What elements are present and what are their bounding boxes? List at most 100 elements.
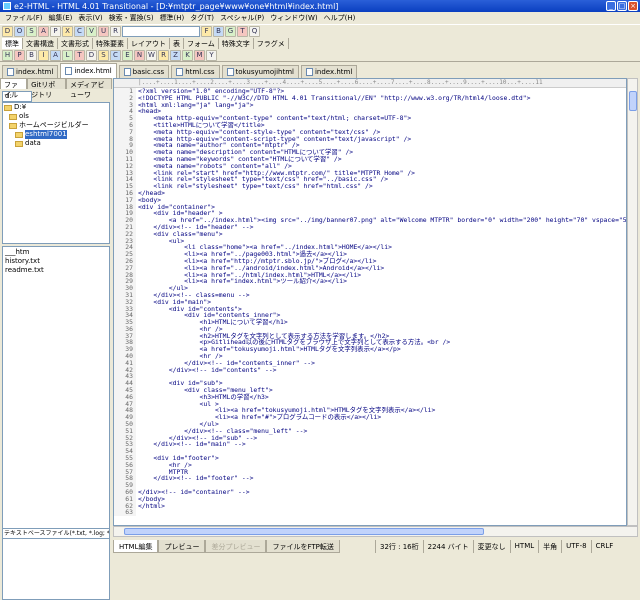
folder-tree[interactable]: D:¥ ols ホームページビルダー eshtml7001 data [2,102,110,244]
code-line[interactable]: 15 <link rel="stylesheet" type="text/css… [114,183,626,190]
view-tab[interactable]: HTML編集 [113,540,159,553]
left-tab[interactable]: ファイル [0,78,28,99]
tab-2[interactable]: 文書形式 [58,38,93,49]
file-tab[interactable]: index.html [2,65,59,78]
code-line[interactable]: 3 <html xml:lang="ja" lang="ja"> [114,101,626,109]
tag-button[interactable]: E [122,49,133,61]
tag-tabs: 標準 文書構造 文書形式 特殊要素 レイアウト表フォーム 特殊文字 フラグメ [0,38,640,49]
tab-1[interactable]: 文書構造 [23,38,58,49]
code-line[interactable]: 60 </div><!-- id="container" --> [114,489,626,496]
tree-node[interactable]: data [3,139,109,148]
tab-3[interactable]: 特殊要素 [93,38,128,49]
tab-6[interactable]: フォーム [184,38,219,49]
menu-item[interactable]: タグ(T) [187,13,217,23]
file-tab[interactable]: html.css [171,65,220,78]
menu-item[interactable]: ウィンドウ(W) [267,13,320,23]
tag-button[interactable]: T [74,49,85,61]
minimize-button[interactable]: _ [606,1,616,11]
file-item[interactable]: readme.txt [5,266,107,275]
code-line[interactable]: 16 </head> [114,190,626,197]
code-line[interactable]: 61 </body> [114,496,626,503]
toolbar-button[interactable]: V [86,26,97,37]
toolbar-button[interactable]: T [237,26,248,37]
view-tab[interactable]: 差分プレビュー [205,540,267,553]
toolbar-button[interactable]: B [213,26,224,37]
tag-button[interactable]: H [2,49,13,61]
tree-node[interactable]: ols [3,112,109,121]
view-tab[interactable]: プレビュー [158,540,206,553]
tab-0[interactable]: 標準 [2,38,23,49]
menu-item[interactable]: 表示(V) [75,13,105,23]
code-line[interactable]: 22 <div class="menu"> [114,230,626,238]
left-tab[interactable]: Gitリポジトリ [27,78,67,99]
left-tab[interactable]: メディアビューワ [66,78,113,99]
tag-button[interactable]: B [26,49,37,61]
tag-button[interactable]: D [86,49,97,61]
horizontal-scrollbar[interactable] [113,526,638,537]
file-filter-select[interactable]: テキストベースファイル(*.txt, *.log; *.ini) [2,528,110,539]
toolbar-button[interactable]: F [201,26,212,37]
code-line[interactable]: 58 </div><!-- id="footer" --> [114,475,626,483]
menu-item[interactable]: ファイル(F) [2,13,46,23]
code-line[interactable]: 63 [114,509,626,517]
menu-item[interactable]: ヘルプ(H) [321,13,359,23]
toolbar-button[interactable]: C [74,26,85,37]
tag-button[interactable]: R [158,49,169,61]
tag-button[interactable]: A [50,49,61,61]
tag-button[interactable]: K [182,49,193,61]
toolbar-button[interactable]: S [26,26,37,37]
code-line[interactable]: 56 <hr /> [114,462,626,469]
tab-5[interactable]: 表 [170,38,184,49]
toolbar-button[interactable]: A [38,26,49,37]
tab-4[interactable]: レイアウト [128,38,170,49]
code-editor[interactable]: |....+....1....+....2....+....3....+....… [113,78,627,526]
scroll-thumb[interactable] [124,528,484,535]
tag-button[interactable]: I [38,49,49,61]
tag-button[interactable]: W [146,49,157,61]
tag-button[interactable]: S [98,49,109,61]
view-tab[interactable]: ファイルをFTP転送 [266,540,340,553]
file-tab[interactable]: tokusyumojihtml [221,65,299,78]
close-button[interactable]: × [628,1,638,11]
file-item[interactable]: ___htm [5,248,107,257]
toolbar-button[interactable]: P [50,26,61,37]
toolbar-button[interactable]: R [110,26,121,37]
tag-button[interactable]: Y [206,49,217,61]
tag-button[interactable]: M [194,49,205,61]
status-field: 変更なし [472,540,510,553]
tree-node[interactable]: D:¥ [3,103,109,112]
file-list[interactable]: ___htm history.txt readme.txt [2,246,110,600]
tab-8[interactable]: フラグメ [254,38,289,49]
search-input[interactable] [122,26,200,37]
tag-button[interactable]: C [110,49,121,61]
tree-node[interactable]: eshtml7001 [3,130,109,139]
menu-item[interactable]: 編集(E) [46,13,76,23]
toolbar-button[interactable]: D [2,26,13,37]
toolbar-button[interactable]: U [98,26,109,37]
toolbar-button[interactable]: O [14,26,25,37]
menu-item[interactable]: スペシャル(P) [217,13,267,23]
code-line[interactable]: 42 </div><!-- id="contents" --> [114,366,626,374]
tag-button[interactable]: P [14,49,25,61]
menu-item[interactable]: 検索・置換(S) [106,13,157,23]
file-tab[interactable]: index.html [300,65,358,78]
code-line[interactable]: 29 <li><a href="index.html">ツール紹介</a></l… [114,278,626,286]
file-item[interactable]: history.txt [5,257,107,266]
tag-button[interactable]: L [62,49,73,61]
toolbar-button[interactable]: G [225,26,236,37]
code-lines[interactable]: 1 <?xml version="1.0" encoding="UTF-8"?> 2… [114,88,626,517]
code-line[interactable]: 62 </html> [114,502,626,510]
tree-node[interactable]: ホームページビルダー [3,121,109,130]
tag-button[interactable]: Z [170,49,181,61]
scroll-thumb[interactable] [629,91,637,111]
maximize-button[interactable]: □ [617,1,627,11]
toolbar-button[interactable]: X [62,26,73,37]
file-tab[interactable]: basic.css [118,65,170,78]
vertical-scrollbar[interactable] [627,78,638,526]
file-tab[interactable]: index.html [60,63,117,78]
tab-7[interactable]: 特殊文字 [219,38,254,49]
tag-button[interactable]: N [134,49,145,61]
code-line[interactable]: 53 </div><!-- id="main" --> [114,441,626,449]
menu-item[interactable]: 標準(H) [157,13,188,23]
toolbar-button[interactable]: Q [249,26,260,37]
